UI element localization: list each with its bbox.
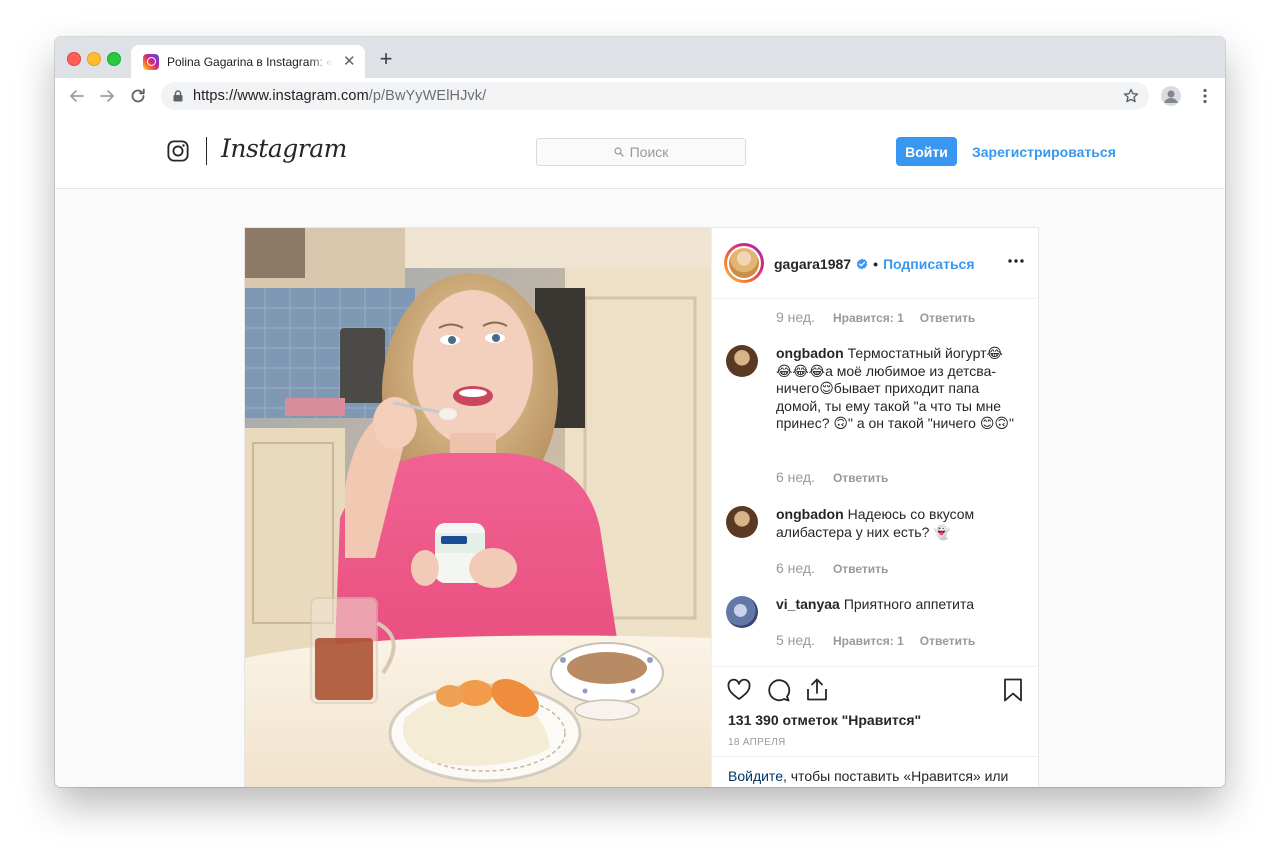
- post-card: gagara1987 • Подписаться 9 нед. Нравится…: [244, 227, 1039, 787]
- comment-age: 5 нед.: [776, 632, 815, 648]
- reply-button[interactable]: Ответить: [833, 562, 888, 576]
- url-text: https://www.instagram.com/p/BwYyWElHJvk/: [193, 88, 486, 104]
- reply-button[interactable]: Ответить: [920, 634, 975, 648]
- instagram-favicon-icon: [143, 53, 159, 70]
- comment-age: 9 нед.: [776, 309, 815, 325]
- comment-body: ongbadon Термостатный йогурт😂😂😂😂а моё люб…: [776, 345, 1014, 433]
- comment-likes[interactable]: Нравится: 1: [833, 311, 904, 325]
- post-photo[interactable]: [245, 228, 711, 787]
- minimize-window-button[interactable]: [87, 52, 101, 66]
- commenter-username[interactable]: ongbadon: [776, 506, 844, 522]
- commenter-avatar[interactable]: [726, 506, 758, 538]
- search-placeholder: Поиск: [629, 144, 669, 160]
- back-arrow-icon[interactable]: [67, 86, 87, 106]
- login-button[interactable]: Войти: [896, 137, 957, 166]
- commenter-username[interactable]: ongbadon: [776, 345, 844, 361]
- share-icon[interactable]: [804, 677, 830, 703]
- comment-likes[interactable]: Нравится: 1: [833, 634, 904, 648]
- instagram-header: Instagram Поиск Войти Зарегистрироваться: [55, 114, 1225, 189]
- commenter-avatar[interactable]: [726, 596, 758, 628]
- reload-icon[interactable]: [128, 86, 148, 106]
- close-window-button[interactable]: [67, 52, 81, 66]
- zoom-window-button[interactable]: [107, 52, 121, 66]
- author-username[interactable]: gagara1987: [774, 256, 851, 272]
- more-options-icon[interactable]: [1007, 258, 1025, 264]
- commenter-username[interactable]: vi_tanyaa: [776, 596, 840, 612]
- follow-button[interactable]: Подписаться: [883, 256, 975, 272]
- forward-arrow-icon[interactable]: [97, 86, 117, 106]
- header-divider: [206, 137, 207, 165]
- search-input[interactable]: Поиск: [536, 138, 746, 166]
- browser-window: Polina Gagarina в Instagram: « ✕ + https…: [55, 37, 1225, 787]
- comments-list: 9 нед. Нравится: 1 Ответить ongbadon Терм…: [712, 299, 1039, 665]
- comment-meta: 9 нед. Нравится: 1 Ответить: [776, 309, 991, 325]
- heart-icon[interactable]: [726, 677, 752, 703]
- register-link[interactable]: Зарегистрироваться: [972, 144, 1116, 160]
- url-host: https://www.instagram.com: [193, 88, 369, 104]
- commenter-avatar[interactable]: [726, 345, 758, 377]
- post-sidebar: gagara1987 • Подписаться 9 нед. Нравится…: [711, 228, 1039, 787]
- comment-meta: 5 нед. Нравится: 1 Ответить: [776, 632, 991, 648]
- tab-strip: Polina Gagarina в Instagram: « ✕ +: [55, 37, 1225, 78]
- profile-icon[interactable]: [1161, 86, 1181, 106]
- close-tab-icon[interactable]: ✕: [343, 54, 356, 69]
- comment-meta: 6 нед. Ответить: [776, 560, 904, 576]
- likes-count[interactable]: 131 390 отметок "Нравится": [728, 712, 921, 728]
- browser-toolbar: https://www.instagram.com/p/BwYyWElHJvk/: [55, 78, 1225, 115]
- post-actions: 131 390 отметок "Нравится" 18 АПРЕЛЯ: [712, 666, 1039, 757]
- author-avatar[interactable]: [724, 243, 764, 283]
- address-bar[interactable]: https://www.instagram.com/p/BwYyWElHJvk/: [161, 82, 1149, 110]
- reply-button[interactable]: Ответить: [833, 471, 888, 485]
- comment-text: Приятного аппетита: [843, 596, 975, 612]
- bookmark-icon[interactable]: [1000, 677, 1026, 703]
- search-icon: [613, 147, 624, 157]
- reply-button[interactable]: Ответить: [920, 311, 975, 325]
- lock-icon: [173, 90, 183, 102]
- browser-tab[interactable]: Polina Gagarina в Instagram: « ✕: [131, 45, 365, 78]
- comment-age: 6 нед.: [776, 560, 815, 576]
- login-prompt-text: , чтобы поставить «Нравится» или: [782, 768, 1009, 784]
- post-date[interactable]: 18 АПРЕЛЯ: [728, 737, 785, 748]
- comment-body: ongbadon Надеюсь со вкусом алибастера у н…: [776, 506, 1014, 541]
- comment-meta: 6 нед. Ответить: [776, 469, 904, 485]
- star-icon[interactable]: [1123, 88, 1139, 104]
- tab-title: Polina Gagarina в Instagram: «: [167, 54, 333, 69]
- login-prompt-link[interactable]: Войдите: [728, 768, 783, 784]
- separator-dot: •: [873, 256, 878, 272]
- url-path: /p/BwYyWElHJvk/: [368, 88, 487, 104]
- new-tab-icon[interactable]: +: [375, 48, 397, 70]
- comment-age: 6 нед.: [776, 469, 815, 485]
- author-line: gagara1987 • Подписаться: [774, 256, 975, 272]
- instagram-wordmark[interactable]: Instagram: [221, 134, 347, 163]
- comment-body: vi_tanyaa Приятного аппетита: [776, 596, 1014, 614]
- instagram-glyph-icon[interactable]: [167, 140, 189, 162]
- comment-icon[interactable]: [765, 677, 791, 703]
- verified-badge-icon: [856, 258, 868, 270]
- post-author-header: gagara1987 • Подписаться: [712, 228, 1039, 299]
- instagram-page: Instagram Поиск Войти Зарегистрироваться: [55, 114, 1225, 787]
- login-prompt: Войдите, чтобы поставить «Нравится» или: [712, 756, 1039, 787]
- menu-icon[interactable]: [1195, 86, 1215, 106]
